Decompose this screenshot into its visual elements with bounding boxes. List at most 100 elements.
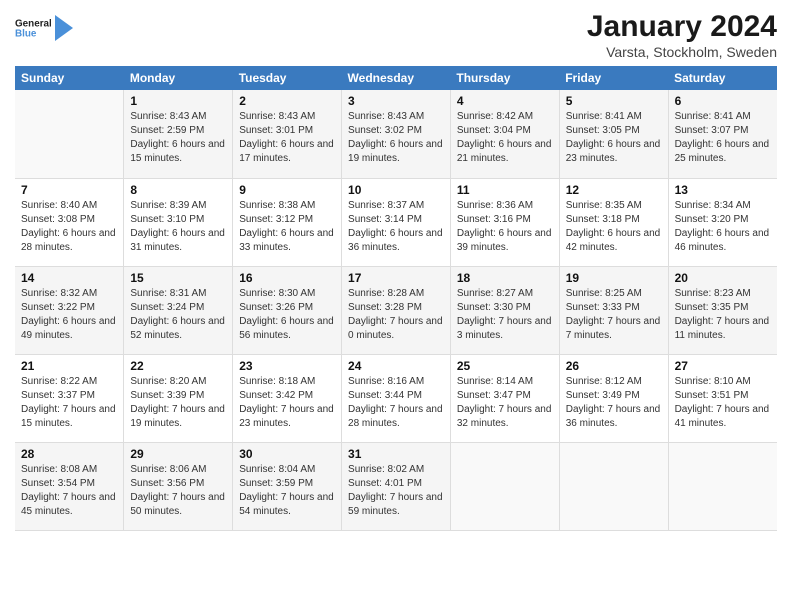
- day-number: 8: [130, 183, 226, 197]
- day-info: Sunrise: 8:12 AMSunset: 3:49 PMDaylight:…: [566, 375, 662, 431]
- day-info: Sunrise: 8:10 AMSunset: 3:51 PMDaylight:…: [675, 375, 771, 431]
- day-cell: [15, 90, 124, 178]
- day-info: Sunrise: 8:14 AMSunset: 3:47 PMDaylight:…: [457, 375, 553, 431]
- day-cell: 21 Sunrise: 8:22 AMSunset: 3:37 PMDaylig…: [15, 354, 124, 442]
- day-number: 7: [21, 183, 117, 197]
- day-info: Sunrise: 8:30 AMSunset: 3:26 PMDaylight:…: [239, 287, 335, 343]
- day-info: Sunrise: 8:34 AMSunset: 3:20 PMDaylight:…: [675, 199, 771, 255]
- day-cell: 13 Sunrise: 8:34 AMSunset: 3:20 PMDaylig…: [668, 178, 777, 266]
- day-cell: 9 Sunrise: 8:38 AMSunset: 3:12 PMDayligh…: [233, 178, 342, 266]
- day-number: 31: [348, 447, 444, 461]
- logo-arrow: [55, 10, 75, 46]
- day-cell: 15 Sunrise: 8:31 AMSunset: 3:24 PMDaylig…: [124, 266, 233, 354]
- day-number: 18: [457, 271, 553, 285]
- day-cell: 26 Sunrise: 8:12 AMSunset: 3:49 PMDaylig…: [559, 354, 668, 442]
- calendar-table: Sunday Monday Tuesday Wednesday Thursday…: [15, 66, 777, 531]
- week-row-0: 1 Sunrise: 8:43 AMSunset: 2:59 PMDayligh…: [15, 90, 777, 178]
- day-info: Sunrise: 8:25 AMSunset: 3:33 PMDaylight:…: [566, 287, 662, 343]
- day-number: 3: [348, 94, 444, 108]
- header: General Blue January 2024 Varsta, Stockh…: [15, 10, 777, 60]
- col-sunday: Sunday: [15, 66, 124, 90]
- day-number: 25: [457, 359, 553, 373]
- day-number: 24: [348, 359, 444, 373]
- day-info: Sunrise: 8:32 AMSunset: 3:22 PMDaylight:…: [21, 287, 117, 343]
- svg-text:General: General: [15, 19, 51, 30]
- day-number: 10: [348, 183, 444, 197]
- col-saturday: Saturday: [668, 66, 777, 90]
- day-info: Sunrise: 8:43 AMSunset: 2:59 PMDaylight:…: [130, 110, 226, 166]
- day-cell: 17 Sunrise: 8:28 AMSunset: 3:28 PMDaylig…: [342, 266, 451, 354]
- day-number: 23: [239, 359, 335, 373]
- day-info: Sunrise: 8:38 AMSunset: 3:12 PMDaylight:…: [239, 199, 335, 255]
- day-info: Sunrise: 8:37 AMSunset: 3:14 PMDaylight:…: [348, 199, 444, 255]
- day-number: 11: [457, 183, 553, 197]
- day-info: Sunrise: 8:27 AMSunset: 3:30 PMDaylight:…: [457, 287, 553, 343]
- day-info: Sunrise: 8:31 AMSunset: 3:24 PMDaylight:…: [130, 287, 226, 343]
- day-cell: 11 Sunrise: 8:36 AMSunset: 3:16 PMDaylig…: [450, 178, 559, 266]
- day-info: Sunrise: 8:41 AMSunset: 3:07 PMDaylight:…: [675, 110, 771, 166]
- location: Varsta, Stockholm, Sweden: [587, 44, 777, 60]
- day-number: 29: [130, 447, 226, 461]
- day-info: Sunrise: 8:22 AMSunset: 3:37 PMDaylight:…: [21, 375, 117, 431]
- day-number: 1: [130, 94, 226, 108]
- day-number: 16: [239, 271, 335, 285]
- day-number: 21: [21, 359, 117, 373]
- day-cell: [559, 442, 668, 530]
- day-number: 15: [130, 271, 226, 285]
- day-number: 4: [457, 94, 553, 108]
- day-number: 17: [348, 271, 444, 285]
- day-cell: 31 Sunrise: 8:02 AMSunset: 4:01 PMDaylig…: [342, 442, 451, 530]
- week-row-2: 14 Sunrise: 8:32 AMSunset: 3:22 PMDaylig…: [15, 266, 777, 354]
- day-cell: 22 Sunrise: 8:20 AMSunset: 3:39 PMDaylig…: [124, 354, 233, 442]
- logo-svg: General Blue: [15, 10, 51, 46]
- day-info: Sunrise: 8:35 AMSunset: 3:18 PMDaylight:…: [566, 199, 662, 255]
- day-cell: 8 Sunrise: 8:39 AMSunset: 3:10 PMDayligh…: [124, 178, 233, 266]
- day-cell: 27 Sunrise: 8:10 AMSunset: 3:51 PMDaylig…: [668, 354, 777, 442]
- day-cell: 29 Sunrise: 8:06 AMSunset: 3:56 PMDaylig…: [124, 442, 233, 530]
- day-info: Sunrise: 8:08 AMSunset: 3:54 PMDaylight:…: [21, 463, 117, 519]
- col-monday: Monday: [124, 66, 233, 90]
- day-number: 28: [21, 447, 117, 461]
- logo: General Blue: [15, 10, 75, 46]
- day-cell: [450, 442, 559, 530]
- day-number: 20: [675, 271, 771, 285]
- col-wednesday: Wednesday: [342, 66, 451, 90]
- day-cell: 30 Sunrise: 8:04 AMSunset: 3:59 PMDaylig…: [233, 442, 342, 530]
- day-info: Sunrise: 8:43 AMSunset: 3:02 PMDaylight:…: [348, 110, 444, 166]
- day-cell: 14 Sunrise: 8:32 AMSunset: 3:22 PMDaylig…: [15, 266, 124, 354]
- day-info: Sunrise: 8:23 AMSunset: 3:35 PMDaylight:…: [675, 287, 771, 343]
- day-cell: 10 Sunrise: 8:37 AMSunset: 3:14 PMDaylig…: [342, 178, 451, 266]
- day-number: 6: [675, 94, 771, 108]
- day-info: Sunrise: 8:40 AMSunset: 3:08 PMDaylight:…: [21, 199, 117, 255]
- day-info: Sunrise: 8:39 AMSunset: 3:10 PMDaylight:…: [130, 199, 226, 255]
- day-cell: 12 Sunrise: 8:35 AMSunset: 3:18 PMDaylig…: [559, 178, 668, 266]
- day-info: Sunrise: 8:42 AMSunset: 3:04 PMDaylight:…: [457, 110, 553, 166]
- day-info: Sunrise: 8:36 AMSunset: 3:16 PMDaylight:…: [457, 199, 553, 255]
- week-row-1: 7 Sunrise: 8:40 AMSunset: 3:08 PMDayligh…: [15, 178, 777, 266]
- day-number: 22: [130, 359, 226, 373]
- day-number: 27: [675, 359, 771, 373]
- day-cell: 25 Sunrise: 8:14 AMSunset: 3:47 PMDaylig…: [450, 354, 559, 442]
- svg-text:Blue: Blue: [15, 29, 37, 40]
- day-info: Sunrise: 8:06 AMSunset: 3:56 PMDaylight:…: [130, 463, 226, 519]
- col-thursday: Thursday: [450, 66, 559, 90]
- day-number: 13: [675, 183, 771, 197]
- day-cell: 2 Sunrise: 8:43 AMSunset: 3:01 PMDayligh…: [233, 90, 342, 178]
- col-tuesday: Tuesday: [233, 66, 342, 90]
- week-row-4: 28 Sunrise: 8:08 AMSunset: 3:54 PMDaylig…: [15, 442, 777, 530]
- calendar-header: Sunday Monday Tuesday Wednesday Thursday…: [15, 66, 777, 90]
- title-area: January 2024 Varsta, Stockholm, Sweden: [587, 10, 777, 60]
- day-cell: 3 Sunrise: 8:43 AMSunset: 3:02 PMDayligh…: [342, 90, 451, 178]
- day-cell: 6 Sunrise: 8:41 AMSunset: 3:07 PMDayligh…: [668, 90, 777, 178]
- day-info: Sunrise: 8:28 AMSunset: 3:28 PMDaylight:…: [348, 287, 444, 343]
- day-number: 9: [239, 183, 335, 197]
- day-cell: 7 Sunrise: 8:40 AMSunset: 3:08 PMDayligh…: [15, 178, 124, 266]
- day-cell: 4 Sunrise: 8:42 AMSunset: 3:04 PMDayligh…: [450, 90, 559, 178]
- day-cell: 23 Sunrise: 8:18 AMSunset: 3:42 PMDaylig…: [233, 354, 342, 442]
- day-number: 14: [21, 271, 117, 285]
- day-info: Sunrise: 8:02 AMSunset: 4:01 PMDaylight:…: [348, 463, 444, 519]
- day-number: 12: [566, 183, 662, 197]
- day-cell: 28 Sunrise: 8:08 AMSunset: 3:54 PMDaylig…: [15, 442, 124, 530]
- month-title: January 2024: [587, 10, 777, 44]
- day-cell: 24 Sunrise: 8:16 AMSunset: 3:44 PMDaylig…: [342, 354, 451, 442]
